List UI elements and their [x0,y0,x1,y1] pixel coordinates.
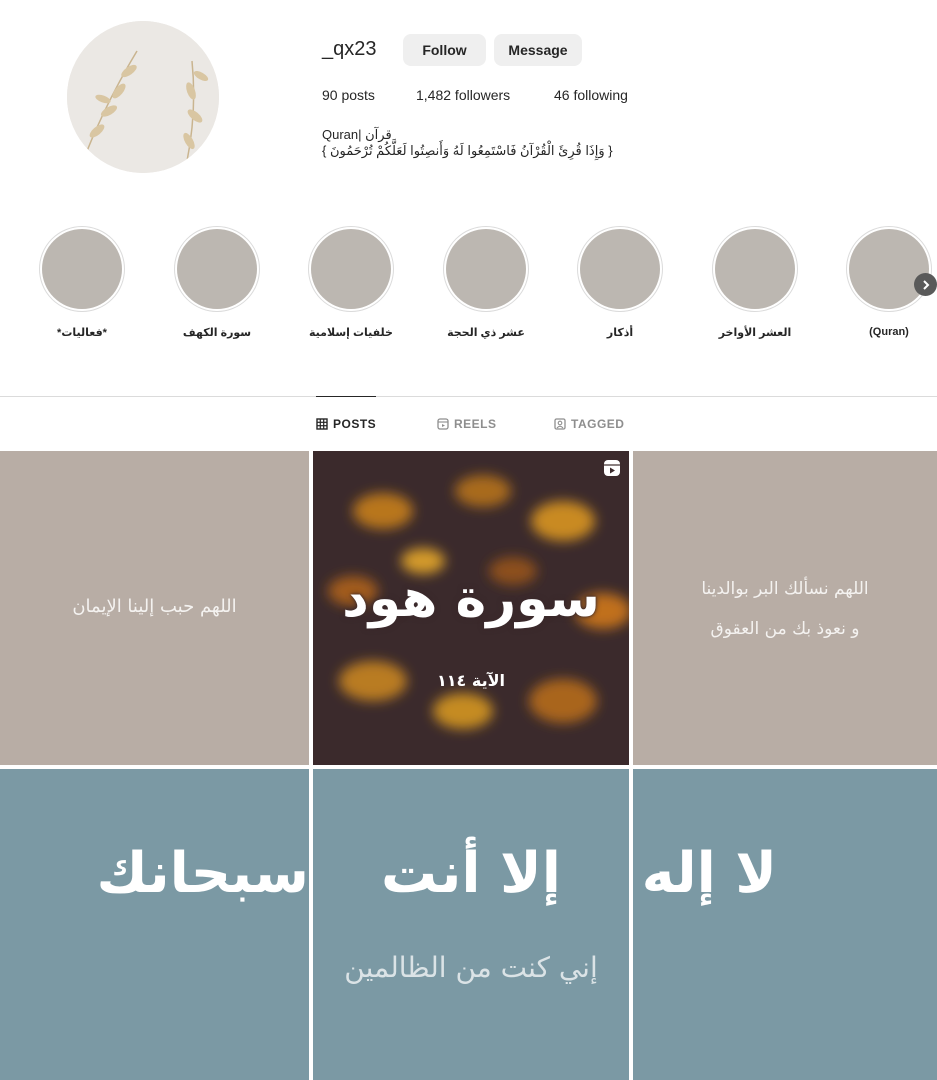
highlight-cover [177,229,257,309]
tab-posts[interactable]: POSTS [316,417,376,431]
highlight-cover [715,229,795,309]
bio-text: { وَإِذَا قُرِئَ الْقُرْآنُ فَاسْتَمِعُو… [322,143,613,158]
profile-avatar[interactable] [67,21,219,173]
followers-count[interactable]: 1,482 followers [416,87,510,103]
highlight-cover [311,229,391,309]
active-tab-indicator [316,396,376,397]
highlight-6[interactable] [712,226,798,312]
tagged-icon [554,418,566,430]
message-button[interactable]: Message [494,34,582,66]
tab-tagged[interactable]: TAGGED [554,417,624,431]
highlight-4[interactable] [443,226,529,312]
tab-posts-label: POSTS [333,417,377,431]
follow-button[interactable]: Follow [403,34,486,66]
post-5[interactable]: إلا أنت إني كنت من الظالمين [313,769,629,1080]
post-2-reel[interactable]: سورة هود الآية ١١٤ [313,451,629,765]
highlights-next-button[interactable] [914,273,937,296]
highlight-2[interactable] [174,226,260,312]
posts-count: 90 posts [322,87,375,103]
post-2-verse: الآية ١١٤ [437,671,505,690]
chevron-right-icon [922,279,929,290]
grid-icon [316,418,328,430]
profile-username: _qx23 [322,38,377,60]
reels-icon [437,418,449,430]
highlight-6-label: العشر الأواخر [718,327,792,339]
highlight-1-label: *فعاليات* [57,327,107,339]
highlight-cover [580,229,660,309]
reel-icon [604,460,620,476]
post-1[interactable]: اللهم حبب إلينا الإيمان [0,451,309,765]
post-6[interactable]: لا إله [633,769,937,1080]
highlight-3[interactable] [308,226,394,312]
post-5-text: إلا أنت [381,841,561,906]
highlight-4-label: عشر ذي الحجة [447,327,525,339]
highlight-7[interactable] [846,226,932,312]
following-count[interactable]: 46 following [554,87,628,103]
tab-reels-label: REELS [454,417,497,431]
tab-tagged-label: TAGGED [571,417,625,431]
tab-reels[interactable]: REELS [437,417,497,431]
post-2-title: سورة هود [342,569,600,629]
post-4[interactable]: سبحانك [0,769,309,1080]
tabs-divider [0,396,937,397]
post-4-text: سبحانك [96,841,310,906]
highlight-3-label: خلفيات إسلامية [309,327,393,339]
post-1-text: اللهم حبب إلينا الإيمان [72,596,237,617]
highlight-5-label: أذكار [606,327,634,339]
post-6-text: لا إله [641,841,777,906]
highlight-cover [849,229,929,309]
highlight-5[interactable] [577,226,663,312]
highlight-cover [446,229,526,309]
post-5-subtext: إني كنت من الظالمين [344,951,598,984]
highlight-cover [42,229,122,309]
bio-name: Quran| قرآن [322,127,392,142]
post-3-line2: و نعوذ بك من العقوق [710,619,860,639]
highlight-7-label: (Quran) [869,326,909,338]
highlight-2-label: سورة الكهف [182,327,252,339]
post-3-line1: اللهم نسألك البر بوالدينا [701,579,869,599]
post-3[interactable]: اللهم نسألك البر بوالدينا و نعوذ بك من ا… [633,451,937,765]
highlight-1[interactable] [39,226,125,312]
